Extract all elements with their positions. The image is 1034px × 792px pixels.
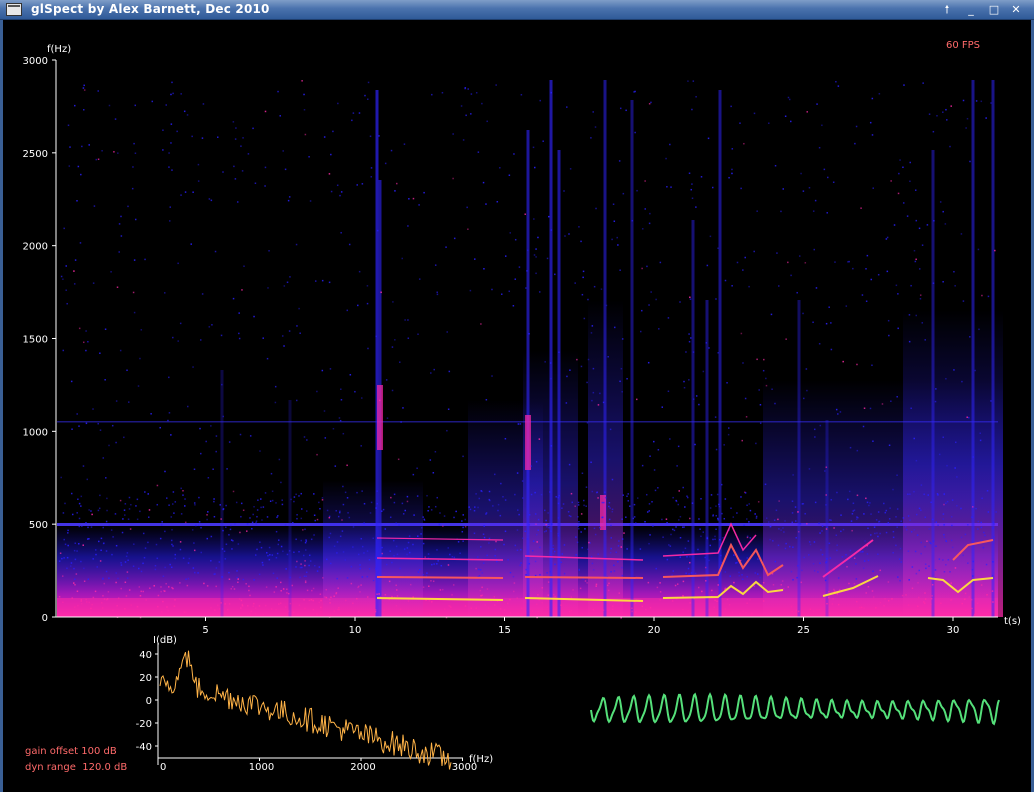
spectrogram-y-tick-label: 2500	[23, 149, 48, 160]
raise-window-button[interactable]: 🠕	[939, 3, 955, 17]
window-titlebar[interactable]: glSpect by Alex Barnett, Dec 2010 🠕 _ □ …	[0, 0, 1034, 20]
spectrum-y-tick-label: 40	[139, 650, 152, 661]
spectrogram-x-tick-label: 15	[498, 625, 511, 636]
spectrogram-y-tick-label: 3000	[23, 56, 48, 67]
spectrogram-y-tick-label: 1500	[23, 335, 48, 346]
spectrum-y-axis-label: I(dB)	[153, 635, 177, 646]
spectrum-y-tick-label: 0	[146, 696, 152, 707]
spectrum-x-tick-label: 1000	[249, 762, 274, 773]
maximize-button[interactable]: □	[986, 3, 1002, 17]
spectrogram-x-axis-label: t(s)	[1004, 616, 1021, 627]
close-button[interactable]: ✕	[1008, 3, 1024, 17]
spectrogram-x-tick-label: 30	[947, 625, 960, 636]
spectrogram-y-tick-label: 1000	[23, 427, 48, 438]
spectrogram-x-tick-label: 10	[349, 625, 362, 636]
spectrogram-y-tick-label: 500	[29, 520, 48, 531]
spectrogram-y-tick-label: 0	[42, 613, 48, 624]
spectrogram-x-tick-label: 25	[797, 625, 810, 636]
spectrum-y-tick-label: -20	[136, 719, 152, 730]
gl-viewport[interactable]: f(Hz) t(s) 0 500 1000 1500 2000 2500 3000 5 10 1…	[3, 20, 1031, 792]
spectrum-x-tick-label: 3000	[452, 762, 477, 773]
spectrum-x-tick-label: 0	[160, 762, 166, 773]
spectrogram-image	[57, 80, 1003, 619]
window-menu-icon[interactable]	[6, 3, 22, 16]
spectrum-y-tick-label: 20	[139, 673, 152, 684]
fps-counter: 60 FPS	[946, 40, 981, 51]
spectrum-x-tick-label: 2000	[350, 762, 375, 773]
minimize-button[interactable]: _	[963, 3, 979, 17]
spectrogram-x-tick-label: 20	[648, 625, 661, 636]
dyn-range-readout: dyn range 120.0 dB	[25, 762, 128, 773]
render-canvas: f(Hz) t(s) 050010001500200025003000 5 10 1…	[23, 44, 1021, 773]
spectrogram-y-axis-label: f(Hz)	[47, 44, 71, 55]
spectrum-y-tick-label: -40	[136, 742, 152, 753]
waveform-trace	[590, 692, 1000, 726]
window-title: glSpect by Alex Barnett, Dec 2010	[31, 2, 270, 16]
spectrum-trace	[159, 650, 452, 770]
gain-offset-readout: gain offset 100 dB	[25, 746, 117, 757]
spectrum-plot: I(dB) f(Hz) 40200-20-40 0 1000 2000 3000	[136, 635, 494, 773]
spectrogram-x-tick-label: 5	[202, 625, 208, 636]
spectrogram-y-tick-label: 2000	[23, 242, 48, 253]
